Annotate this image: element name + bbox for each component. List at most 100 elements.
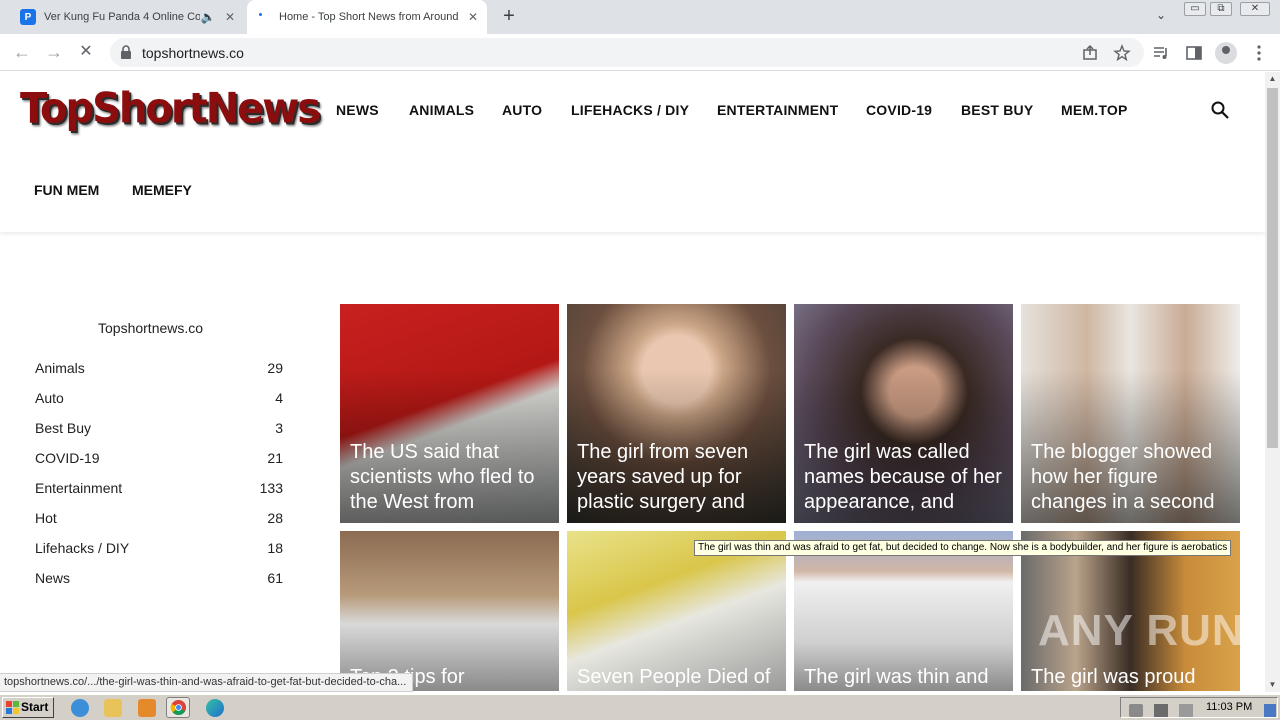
category-count: 18 [267,540,283,556]
category-auto[interactable]: Auto 4 [35,390,283,410]
category-name: COVID-19 [35,450,100,466]
restore-button[interactable]: ⧉ [1210,2,1232,16]
start-button[interactable]: Start [2,697,54,718]
new-tab-button[interactable]: + [498,6,520,27]
internet-explorer-icon[interactable] [71,699,89,717]
tab-title: Home - Top Short News from Around [279,11,459,23]
article-title: Seven People Died of [577,666,771,688]
loading-spinner-icon [255,9,271,25]
category-name: News [35,570,71,586]
file-explorer-icon[interactable] [104,699,122,717]
article-card[interactable]: Top 3 tips for [340,531,559,691]
tab-strip: P Ver Kung Fu Panda 4 Online Con 🔈 ✕ Hom… [0,0,1280,34]
anyrun-watermark: ANY RUN [1038,606,1245,655]
widget-title: Topshortnews.co [98,320,204,336]
chrome-icon [170,699,187,716]
category-count: 61 [267,570,283,586]
category-best-buy[interactable]: Best Buy 3 [35,420,283,440]
category-name: Entertainment [35,480,123,496]
nav-news[interactable]: NEWS [336,102,379,122]
tab-close-icon[interactable]: ✕ [465,9,481,25]
chrome-taskbar-button[interactable] [166,697,190,718]
tab-favicon: P [20,9,36,25]
site-header: TopShortNews NEWS ANIMALS AUTO LIFEHACKS… [0,72,1265,232]
web-page: TopShortNews NEWS ANIMALS AUTO LIFEHACKS… [0,72,1265,692]
category-count: 4 [275,390,283,406]
category-lifehacks[interactable]: Lifehacks / DIY 18 [35,540,283,560]
start-label: Start [21,700,49,714]
category-count: 133 [259,480,283,496]
article-title: The US said that scientists who fled to … [350,441,535,513]
volume-icon[interactable] [1129,704,1143,717]
category-name: Lifehacks / DIY [35,540,130,556]
tab-home-topshortnews[interactable]: Home - Top Short News from Around ✕ [247,0,487,34]
category-news[interactable]: News 61 [35,570,283,590]
category-hot[interactable]: Hot 28 [35,510,283,530]
network-icon[interactable] [1154,704,1168,717]
notification-icon[interactable] [1264,704,1276,717]
browser-toolbar: ← → ✕ topshortnews.co [0,34,1280,71]
article-card[interactable]: The blogger showed how her figure change… [1021,304,1240,523]
category-animals[interactable]: Animals 29 [35,360,283,380]
media-control-icon[interactable] [1151,43,1171,63]
tab-kung-fu-panda[interactable]: P Ver Kung Fu Panda 4 Online Con 🔈 ✕ [12,0,244,34]
back-button[interactable]: ← [10,41,34,65]
page-scrollbar[interactable]: ▲ ▼ [1265,72,1280,692]
nav-best-buy[interactable]: BEST BUY [961,102,1033,122]
windows-logo-icon [6,701,19,714]
bookmark-star-icon[interactable] [1112,43,1132,63]
article-title: The girl was proud [1031,666,1196,688]
scrollbar-thumb[interactable] [1267,88,1278,448]
side-panel-icon[interactable] [1184,43,1204,63]
article-card[interactable]: The girl from seven years saved up for p… [567,304,786,523]
url-text: topshortnews.co [142,45,244,61]
category-count: 29 [267,360,283,376]
tab-close-icon[interactable]: ✕ [222,9,238,25]
article-title: The girl from seven years saved up for p… [577,441,749,513]
category-count: 3 [275,420,283,436]
minimize-button[interactable]: ▭ [1184,2,1206,16]
close-window-button[interactable]: ✕ [1240,2,1270,16]
category-count: 28 [267,510,283,526]
nav-fun-mem[interactable]: FUN MEM [34,182,99,202]
lock-icon [121,45,131,59]
nav-animals[interactable]: ANIMALS [409,102,474,122]
article-title: The girl was thin and [804,666,989,688]
nav-lifehacks[interactable]: LIFEHACKS / DIY [571,102,689,122]
nav-mem-top[interactable]: MEM.TOP [1061,102,1127,122]
article-card[interactable]: The girl was called names because of her… [794,304,1013,523]
nav-memefy[interactable]: MEMEFY [132,182,192,202]
tab-search-icon[interactable]: ⌄ [1152,8,1170,26]
forward-button[interactable]: → [42,41,66,65]
taskbar: Start 11:03 PM [0,694,1280,720]
nav-auto[interactable]: AUTO [502,102,542,122]
edge-icon[interactable] [206,699,224,717]
category-name: Hot [35,510,57,526]
category-name: Best Buy [35,420,92,436]
taskbar-clock: 11:03 PM [1206,701,1253,713]
article-card[interactable]: The US said that scientists who fled to … [340,304,559,523]
speaker-icon[interactable]: 🔈 [200,9,216,25]
search-icon[interactable] [1210,100,1230,120]
tab-title: Ver Kung Fu Panda 4 Online Con [44,11,200,23]
flag-icon[interactable] [1179,704,1193,717]
address-bar[interactable]: topshortnews.co [110,38,1144,67]
scroll-up-arrow-icon[interactable]: ▲ [1265,72,1280,86]
system-tray [1120,697,1278,718]
article-title: The girl was called names because of her… [804,441,1002,513]
status-url: topshortnews.co/.../the-girl-was-thin-an… [0,673,414,692]
nav-entertainment[interactable]: ENTERTAINMENT [717,102,838,122]
stop-loading-button[interactable]: ✕ [74,41,98,65]
site-logo[interactable]: TopShortNews [20,85,321,133]
profile-avatar[interactable] [1215,42,1237,64]
category-covid[interactable]: COVID-19 21 [35,450,283,470]
category-count: 21 [267,450,283,466]
media-player-icon[interactable] [138,699,156,717]
menu-dots-icon[interactable] [1249,43,1269,63]
category-entertainment[interactable]: Entertainment 133 [35,480,283,500]
link-tooltip: The girl was thin and was afraid to get … [694,540,1232,556]
share-icon[interactable] [1080,43,1100,63]
category-name: Auto [35,390,64,406]
nav-covid[interactable]: COVID-19 [866,102,932,122]
scroll-down-arrow-icon[interactable]: ▼ [1265,678,1280,692]
